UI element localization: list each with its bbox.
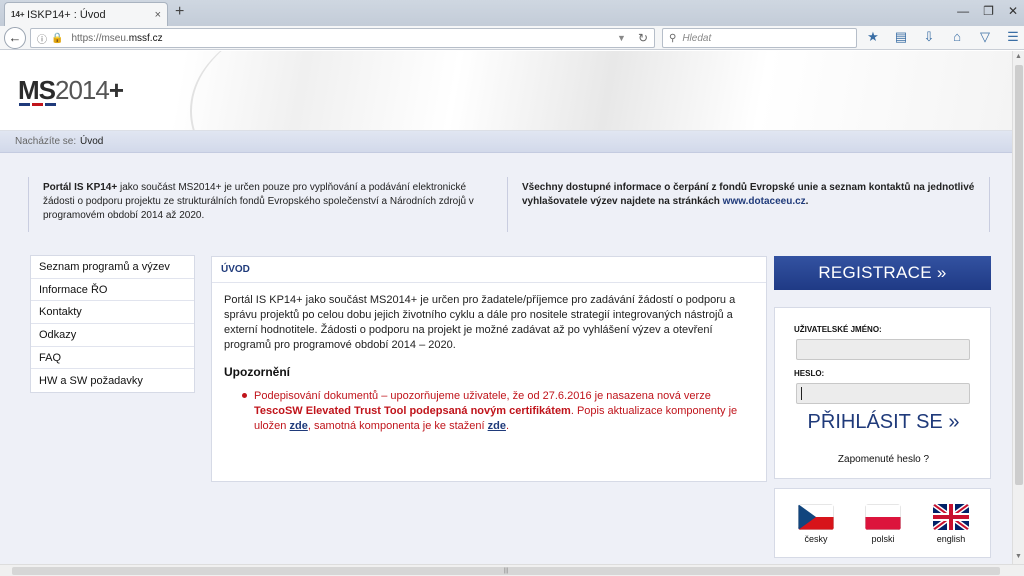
login-panel: UŽIVATELSKÉ JMÉNO: HESLO: PŘIHLÁSIT SE »…	[774, 307, 991, 479]
info-right: Všechny dostupné informace o čerpání z f…	[508, 177, 990, 232]
info-icon[interactable]: ⓘ	[37, 31, 47, 46]
browser-nav-bar: ← ⓘ 🔒 https://mseu.mssf.cz ▼ ↻ ⚲ Hledat …	[0, 26, 1024, 50]
browser-tab-active[interactable]: 14+ ISKP14+ : Úvod ×	[4, 2, 168, 26]
reading-list-icon[interactable]: ▤	[892, 29, 910, 45]
password-label: HESLO:	[794, 369, 825, 378]
maximize-icon[interactable]: ❐	[983, 0, 994, 18]
download-link[interactable]: zde	[488, 420, 506, 432]
site-favicon-icon: 14+	[11, 10, 25, 19]
language-polish[interactable]: polski	[863, 504, 903, 544]
language-label: polski	[871, 534, 895, 544]
breadcrumb-current: Úvod	[80, 136, 104, 147]
menu-item-hw-sw[interactable]: HW a SW požadavky	[31, 369, 194, 392]
menu-item-faq[interactable]: FAQ	[31, 347, 194, 370]
vertical-scrollbar[interactable]: ▲ ▼	[1012, 51, 1024, 564]
username-input[interactable]	[796, 339, 970, 360]
login-button[interactable]: PŘIHLÁSIT SE »	[775, 411, 992, 434]
back-arrow-icon[interactable]: ←	[4, 27, 26, 49]
download-icon[interactable]: ⇩	[920, 29, 938, 45]
tab-title: ISKP14+ : Úvod	[27, 8, 106, 21]
close-tab-icon[interactable]: ×	[155, 9, 161, 21]
side-menu: Seznam programů a výzev Informace ŘO Kon…	[30, 255, 195, 394]
dropdown-arrow-icon[interactable]: ▼	[617, 33, 626, 43]
language-english[interactable]: english	[931, 504, 971, 544]
content-title: ÚVOD	[212, 257, 766, 283]
menu-item-links[interactable]: Odkazy	[31, 324, 194, 347]
minimize-icon[interactable]: —	[957, 0, 969, 18]
scroll-thumb[interactable]	[1015, 65, 1023, 485]
dotaceeu-link[interactable]: www.dotaceeu.cz	[723, 196, 806, 207]
warning-item: Podepisování dokumentů – upozorňujeme už…	[212, 379, 766, 434]
scroll-down-icon[interactable]: ▼	[1015, 553, 1022, 560]
site-header: MS2014+	[0, 51, 1012, 131]
horizontal-scrollbar[interactable]: |||	[0, 564, 1024, 576]
content-text: Portál IS KP14+ jako součást MS2014+ je …	[224, 294, 736, 351]
menu-icon[interactable]: ☰	[1004, 29, 1022, 45]
address-bar[interactable]: ⓘ 🔒 https://mseu.mssf.cz ▼ ↻	[30, 28, 655, 48]
toolbar-icons: ★ ▤ ⇩ ⌂ ▽ ☰	[864, 29, 1022, 45]
reload-icon[interactable]: ↻	[638, 31, 648, 45]
header-decoration	[190, 51, 490, 130]
menu-item-ro-info[interactable]: Informace ŘO	[31, 279, 194, 302]
forgot-password-link[interactable]: Zapomenuté heslo ?	[775, 454, 992, 465]
czech-flag-icon	[798, 504, 834, 530]
bullet-icon	[242, 393, 247, 398]
info-left: Portál IS KP14+ jako součást MS2014+ je …	[28, 177, 508, 232]
breadcrumb-label: Nacházíte se:	[15, 136, 77, 147]
new-tab-icon[interactable]: +	[175, 3, 184, 21]
url-text[interactable]: https://mseu.mssf.cz	[71, 33, 617, 44]
main-content: ÚVOD Portál IS KP14+ jako součást MS2014…	[211, 256, 767, 482]
text-caret	[801, 387, 802, 400]
site-logo[interactable]: MS2014+	[18, 75, 124, 106]
search-bar[interactable]: ⚲ Hledat	[662, 28, 857, 48]
menu-item-programs[interactable]: Seznam programů a výzev	[31, 256, 194, 279]
password-input[interactable]	[796, 383, 970, 404]
polish-flag-icon	[865, 504, 901, 530]
search-icon: ⚲	[669, 32, 677, 44]
home-icon[interactable]: ⌂	[948, 29, 966, 45]
language-czech[interactable]: česky	[796, 504, 836, 544]
language-label: english	[936, 534, 966, 544]
logo-color-bars	[19, 103, 56, 106]
lock-icon[interactable]: 🔒	[51, 33, 63, 44]
warning-heading: Upozornění	[224, 365, 290, 379]
pocket-icon[interactable]: ▽	[976, 29, 994, 45]
language-panel: česky polski english	[774, 488, 991, 558]
bookmark-star-icon[interactable]: ★	[864, 29, 882, 45]
close-window-icon[interactable]: ✕	[1008, 0, 1018, 18]
browser-tab-bar: 14+ ISKP14+ : Úvod × + — ❐ ✕	[0, 0, 1024, 26]
breadcrumb: Nacházíte se: Úvod	[0, 131, 1012, 153]
menu-item-contacts[interactable]: Kontakty	[31, 301, 194, 325]
register-button[interactable]: REGISTRACE »	[774, 256, 991, 290]
uk-flag-icon	[933, 504, 969, 530]
horizontal-scroll-thumb[interactable]: |||	[12, 567, 1000, 575]
scroll-up-icon[interactable]: ▲	[1015, 53, 1022, 60]
page-viewport: MS2014+ Nacházíte se: Úvod Portál IS KP1…	[0, 51, 1012, 564]
search-placeholder: Hledat	[682, 32, 712, 44]
window-controls: — ❐ ✕	[957, 0, 1018, 18]
username-label: UŽIVATELSKÉ JMÉNO:	[794, 325, 882, 334]
description-link[interactable]: zde	[289, 420, 307, 432]
language-label: česky	[804, 534, 828, 544]
info-panel: Portál IS KP14+ jako součást MS2014+ je …	[28, 177, 990, 232]
